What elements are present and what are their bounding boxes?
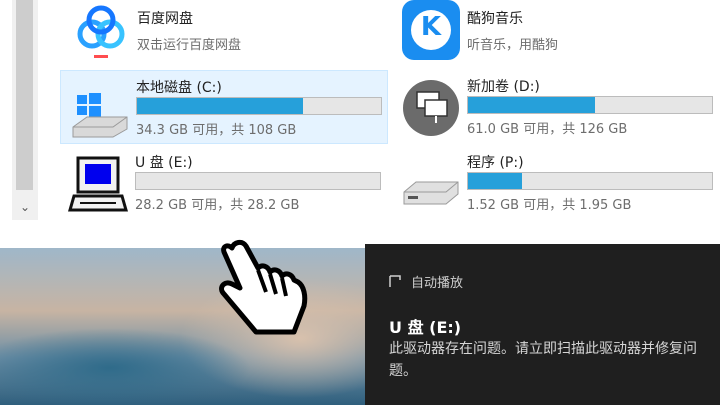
tile-drive-c[interactable]: 本地磁盘 (C:) 34.3 GB 可用，共 108 GB [60,70,388,144]
drive-usage-fill [468,97,595,113]
windows-drive-icon [72,93,128,138]
this-pc-window: ⌄ 百度网盘 双击运行百度网盘 K 酷狗音乐 听音乐，用酷狗 本地磁盘 (C:)… [0,0,720,248]
scrollbar-thumb[interactable] [16,0,33,190]
drive-usage-bar [136,97,382,115]
kugou-logo-letter: K [420,12,442,42]
tile-drive-e[interactable]: U 盘 (E:) 28.2 GB 可用，共 28.2 GB [60,146,386,218]
drive-name: 本地磁盘 (C:) [136,80,222,96]
drive-usage-fill [137,98,303,114]
drive-description: 听音乐，用酷狗 [467,38,559,53]
drive-usage-bar [135,172,381,190]
tile-kugou-music[interactable]: K 酷狗音乐 听音乐，用酷狗 [392,0,720,64]
drive-name: 程序 (P:) [467,155,524,171]
drive-description: 双击运行百度网盘 [137,38,242,53]
drive-name: 新加卷 (D:) [467,79,540,95]
tile-drive-d[interactable]: 新加卷 (D:) 61.0 GB 可用，共 126 GB [392,70,720,142]
drive-name: 百度网盘 [137,11,193,27]
notification-app-name: 自动播放 [411,276,464,291]
notification-message: 此驱动器存在问题。请立即扫描此驱动器并修复问题。 [389,341,697,379]
drive-usage-fill [468,173,522,189]
hand-cursor-icon [219,239,308,335]
autoplay-notification[interactable]: 自动播放 U 盘 (E:) 此驱动器存在问题。请立即扫描此驱动器并修复问题。 [365,244,720,405]
drive-space: 1.52 GB 可用，共 1.95 GB [467,198,632,213]
drive-space: 61.0 GB 可用，共 126 GB [467,122,628,137]
network-drive-icon [403,80,459,136]
usb-drive-computer-icon [68,156,128,212]
autoplay-icon [389,275,401,287]
drive-usage-bar [467,172,713,190]
drive-usage-bar [467,96,713,114]
tile-drive-p[interactable]: 程序 (P:) 1.52 GB 可用，共 1.95 GB [392,146,720,218]
drive-name: U 盘 (E:) [135,155,193,171]
tile-baidu-netdisk[interactable]: 百度网盘 双击运行百度网盘 [62,0,392,64]
drive-name: 酷狗音乐 [467,11,523,27]
vertical-scrollbar[interactable]: ⌄ [12,0,38,220]
scroll-down-arrow-icon[interactable]: ⌄ [20,200,30,214]
drive-icon [403,181,459,205]
baidu-netdisk-icon [70,0,132,62]
drive-space: 28.2 GB 可用，共 28.2 GB [135,198,300,213]
drive-space: 34.3 GB 可用，共 108 GB [136,123,297,138]
notification-title: U 盘 (E:) [389,318,462,337]
